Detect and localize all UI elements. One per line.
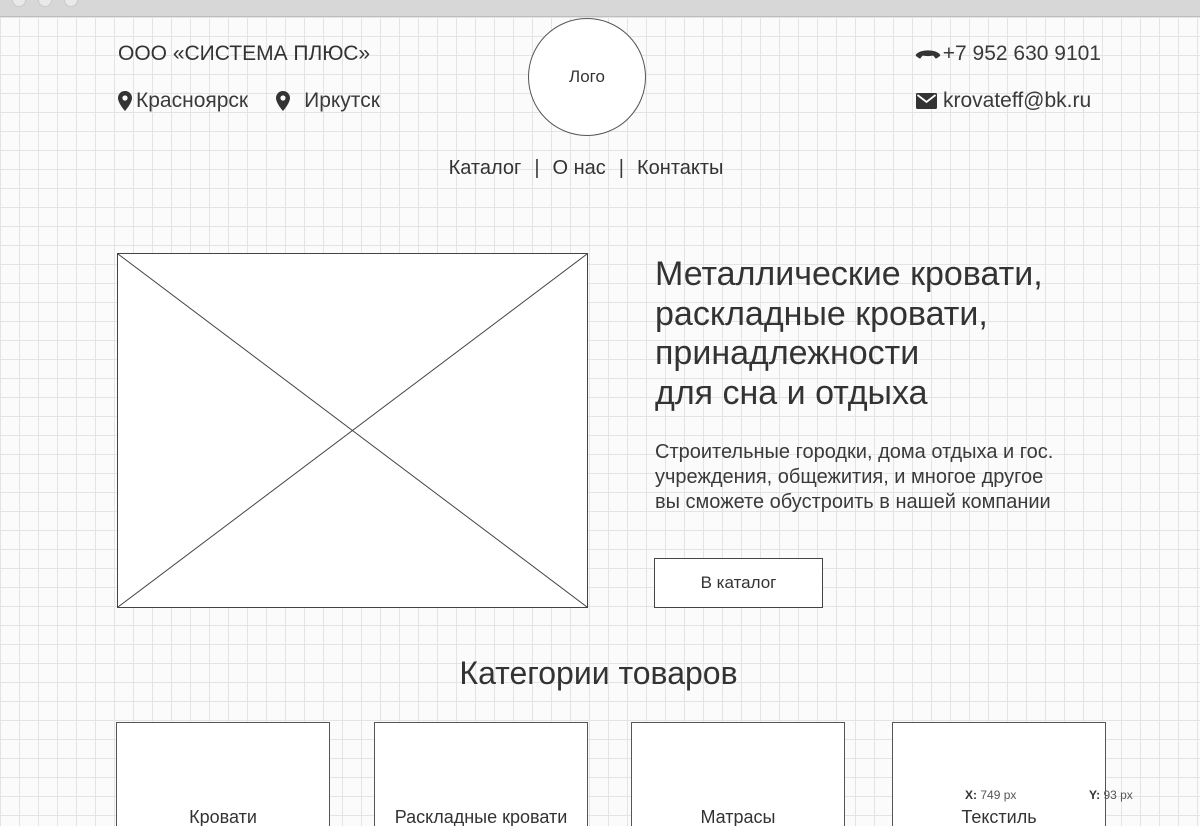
map-pin-icon <box>118 91 132 111</box>
window-close-dot[interactable] <box>12 0 26 7</box>
category-card-textile[interactable]: Текстиль <box>892 722 1106 826</box>
city-irkutsk[interactable]: Иркутск <box>276 89 380 113</box>
category-label: Раскладные кровати <box>394 807 568 826</box>
category-card-mattresses[interactable]: Матрасы <box>631 722 845 826</box>
city-list: Красноярск Иркутск <box>118 89 380 113</box>
envelope-icon <box>916 93 937 109</box>
cursor-y-value: 93 px <box>1103 788 1133 802</box>
cursor-x-value: 749 px <box>980 788 1017 802</box>
categories-title: Категории товаров <box>459 655 738 691</box>
nav-link-contacts[interactable]: Контакты <box>637 157 723 180</box>
cursor-y-label: Y: <box>1089 788 1101 802</box>
window-maximize-dot[interactable] <box>64 0 78 7</box>
cursor-y-readout: Y: 93 px <box>1089 788 1133 802</box>
hero-description: Строительные городки, дома отдыха и гос.… <box>655 441 1054 513</box>
window-minimize-dot[interactable] <box>38 0 52 7</box>
nav-link-about[interactable]: О нас <box>553 157 606 180</box>
hero-title: Металлические кровати, раскладные кроват… <box>655 255 1043 412</box>
category-card-beds[interactable]: Кровати <box>116 722 330 826</box>
city-label: Красноярск <box>136 89 249 112</box>
category-card-folding-beds[interactable]: Раскладные кровати <box>374 722 588 826</box>
email-contact[interactable]: krovateff@bk.ru <box>916 89 1091 113</box>
window-titlebar <box>0 0 1200 17</box>
city-krasnoyarsk[interactable]: Красноярск <box>118 89 248 113</box>
city-label: Иркутск <box>304 89 380 112</box>
phone-icon <box>915 50 940 59</box>
phone-contact[interactable]: +7 952 630 9101 <box>915 42 1101 66</box>
nav-separator: | <box>534 157 540 179</box>
logo-placeholder[interactable]: Лого <box>528 18 646 136</box>
nav-link-catalog[interactable]: Каталог <box>449 157 522 180</box>
to-catalog-button[interactable]: В каталог <box>654 558 823 608</box>
image-placeholder-icon <box>118 254 587 607</box>
category-label: Матрасы <box>700 807 776 826</box>
nav-separator: | <box>618 157 624 179</box>
phone-number: +7 952 630 9101 <box>942 42 1101 65</box>
company-name: ООО «СИСТЕМА ПЛЮС» <box>118 42 371 65</box>
cursor-x-readout: X: 749 px <box>965 788 1016 802</box>
category-label: Кровати <box>189 807 257 826</box>
cursor-x-label: X: <box>965 788 977 802</box>
email-address: krovateff@bk.ru <box>943 89 1092 112</box>
hero-image-placeholder <box>117 253 588 608</box>
map-pin-icon <box>276 91 291 111</box>
category-label: Текстиль <box>961 807 1037 826</box>
main-nav: Каталог | О нас | Контакты <box>0 157 1172 180</box>
